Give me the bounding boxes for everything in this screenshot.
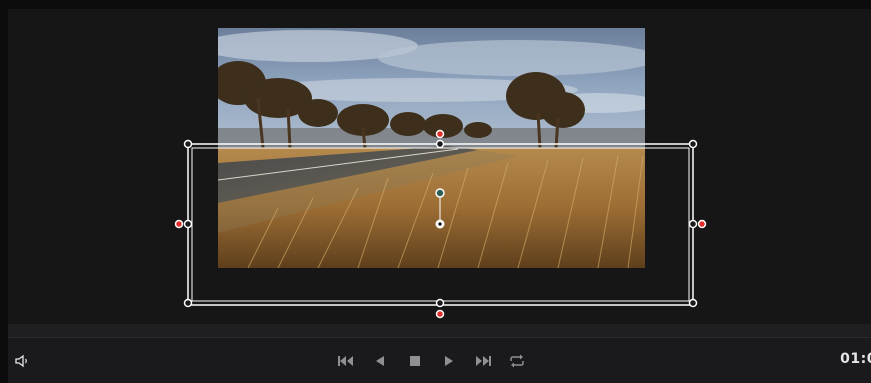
transport-bar: 01:0 [8,338,871,383]
stop-icon [410,355,420,366]
skip-end-icon [476,355,491,366]
video-frame-image [218,28,645,268]
video-frame [218,28,645,268]
play-button[interactable] [439,338,459,383]
play-reverse-icon [376,355,384,366]
play-icon [445,355,453,366]
timecode-display: 01:0 [840,351,871,367]
audio-button[interactable] [8,338,38,383]
skip-start-icon [338,355,353,366]
jump-to-end-button[interactable] [473,338,493,383]
play-reverse-button[interactable] [370,338,390,383]
top-border [0,0,871,9]
speaker-icon [15,354,27,367]
left-border [0,0,8,383]
loop-button[interactable] [507,338,527,383]
loop-icon [510,354,524,367]
jump-to-start-button[interactable] [336,338,356,383]
scrub-bar[interactable] [8,324,871,338]
stop-button[interactable] [405,338,425,383]
